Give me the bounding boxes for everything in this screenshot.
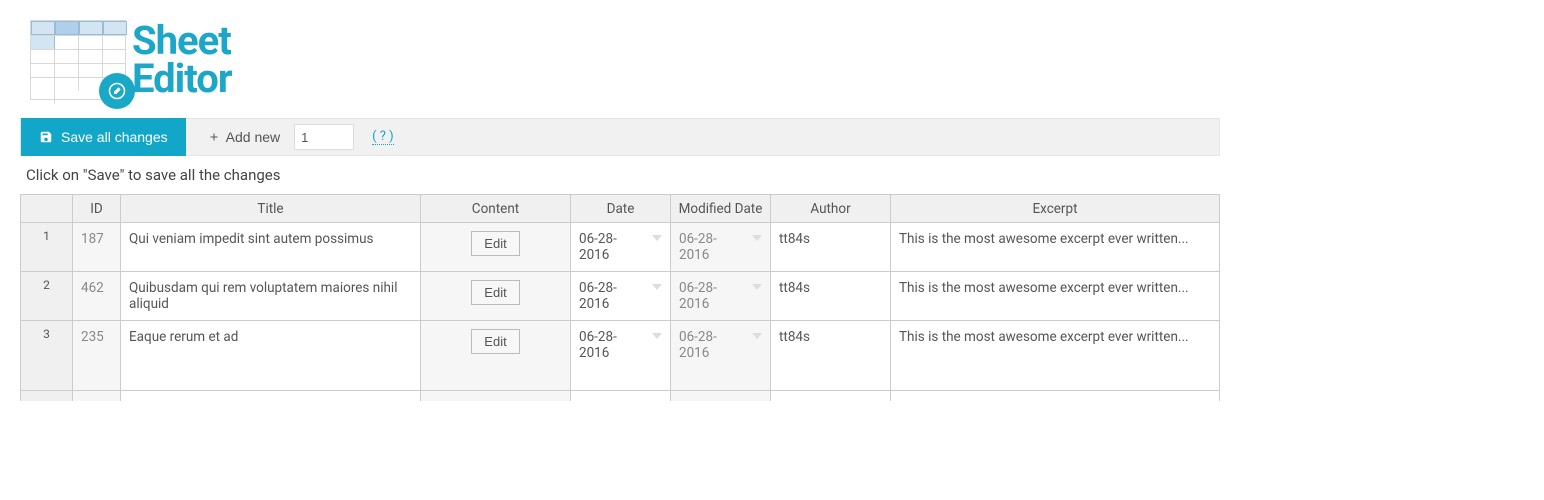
author-cell[interactable]: tt84s bbox=[771, 223, 891, 272]
edit-button[interactable]: Edit bbox=[471, 280, 519, 305]
edit-button[interactable]: Edit bbox=[471, 329, 519, 354]
excerpt-cell[interactable]: This is the most awesome excerpt ever wr… bbox=[891, 223, 1220, 272]
chevron-down-icon bbox=[652, 333, 662, 339]
row-number-cell[interactable]: 2 bbox=[21, 272, 73, 321]
id-cell[interactable]: 462 bbox=[73, 272, 121, 321]
content-cell: Edit bbox=[421, 272, 571, 321]
col-header-excerpt[interactable]: Excerpt bbox=[891, 195, 1220, 223]
content-cell: Edit bbox=[421, 321, 571, 391]
id-cell[interactable]: 235 bbox=[73, 321, 121, 391]
author-cell[interactable]: tt84s bbox=[771, 321, 891, 391]
edit-badge-icon bbox=[99, 73, 135, 109]
chevron-down-icon bbox=[652, 235, 662, 241]
save-button-label: Save all changes bbox=[61, 129, 168, 145]
col-header-date[interactable]: Date bbox=[571, 195, 671, 223]
data-grid: ID Title Content Date Modified Date Auth… bbox=[20, 194, 1220, 401]
add-new-button[interactable]: Add new bbox=[194, 119, 294, 155]
title-cell[interactable]: Quibusdam qui rem voluptatem maiores nih… bbox=[121, 272, 421, 321]
excerpt-cell[interactable]: This is the most awesome excerpt ever wr… bbox=[891, 272, 1220, 321]
content-cell: Edit bbox=[421, 223, 571, 272]
title-cell[interactable]: Qui veniam impedit sint autem possimus bbox=[121, 223, 421, 272]
col-header-id[interactable]: ID bbox=[73, 195, 121, 223]
excerpt-cell[interactable]: This is the most awesome excerpt ever wr… bbox=[891, 321, 1220, 391]
date-cell[interactable]: 06-28-2016 bbox=[571, 272, 671, 321]
logo-text: Sheet Editor bbox=[132, 22, 231, 98]
col-header-title[interactable]: Title bbox=[121, 195, 421, 223]
col-header-modified[interactable]: Modified Date bbox=[671, 195, 771, 223]
chevron-down-icon bbox=[752, 235, 762, 241]
edit-button[interactable]: Edit bbox=[471, 231, 519, 256]
help-link[interactable]: ( ? ) bbox=[372, 129, 394, 145]
plus-icon bbox=[208, 131, 220, 143]
title-cell[interactable]: Eaque rerum et ad bbox=[121, 321, 421, 391]
logo-sheet-icon bbox=[30, 20, 126, 100]
col-header-content[interactable]: Content bbox=[421, 195, 571, 223]
empty-row bbox=[21, 391, 1220, 401]
save-button[interactable]: Save all changes bbox=[21, 118, 186, 156]
header-row: ID Title Content Date Modified Date Auth… bbox=[21, 195, 1220, 223]
col-header-rownum[interactable] bbox=[21, 195, 73, 223]
author-cell[interactable]: tt84s bbox=[771, 272, 891, 321]
add-new-label: Add new bbox=[226, 129, 280, 145]
logo-area: Sheet Editor bbox=[20, 0, 1220, 110]
modified-date-cell[interactable]: 06-28-2016 bbox=[671, 321, 771, 391]
table-row: 3235Eaque rerum et ad Edit 06-28-201606-28… bbox=[21, 321, 1220, 391]
date-cell[interactable]: 06-28-2016 bbox=[571, 321, 671, 391]
chevron-down-icon bbox=[752, 284, 762, 290]
table-row: 2462Quibusdam qui rem voluptatem maiores… bbox=[21, 272, 1220, 321]
toolbar: Save all changes Add new ( ? ) bbox=[20, 118, 1220, 156]
add-new-count-input[interactable] bbox=[294, 124, 354, 150]
table-row: 1187Qui veniam impedit sint autem possim… bbox=[21, 223, 1220, 272]
modified-date-cell[interactable]: 06-28-2016 bbox=[671, 223, 771, 272]
row-number-cell[interactable]: 1 bbox=[21, 223, 73, 272]
col-header-author[interactable]: Author bbox=[771, 195, 891, 223]
date-cell[interactable]: 06-28-2016 bbox=[571, 223, 671, 272]
id-cell[interactable]: 187 bbox=[73, 223, 121, 272]
chevron-down-icon bbox=[752, 333, 762, 339]
logo-line2: Editor bbox=[132, 60, 231, 98]
row-number-cell[interactable]: 3 bbox=[21, 321, 73, 391]
save-icon bbox=[39, 130, 53, 144]
chevron-down-icon bbox=[652, 284, 662, 290]
modified-date-cell[interactable]: 06-28-2016 bbox=[671, 272, 771, 321]
hint-text: Click on "Save" to save all the changes bbox=[20, 156, 1220, 194]
